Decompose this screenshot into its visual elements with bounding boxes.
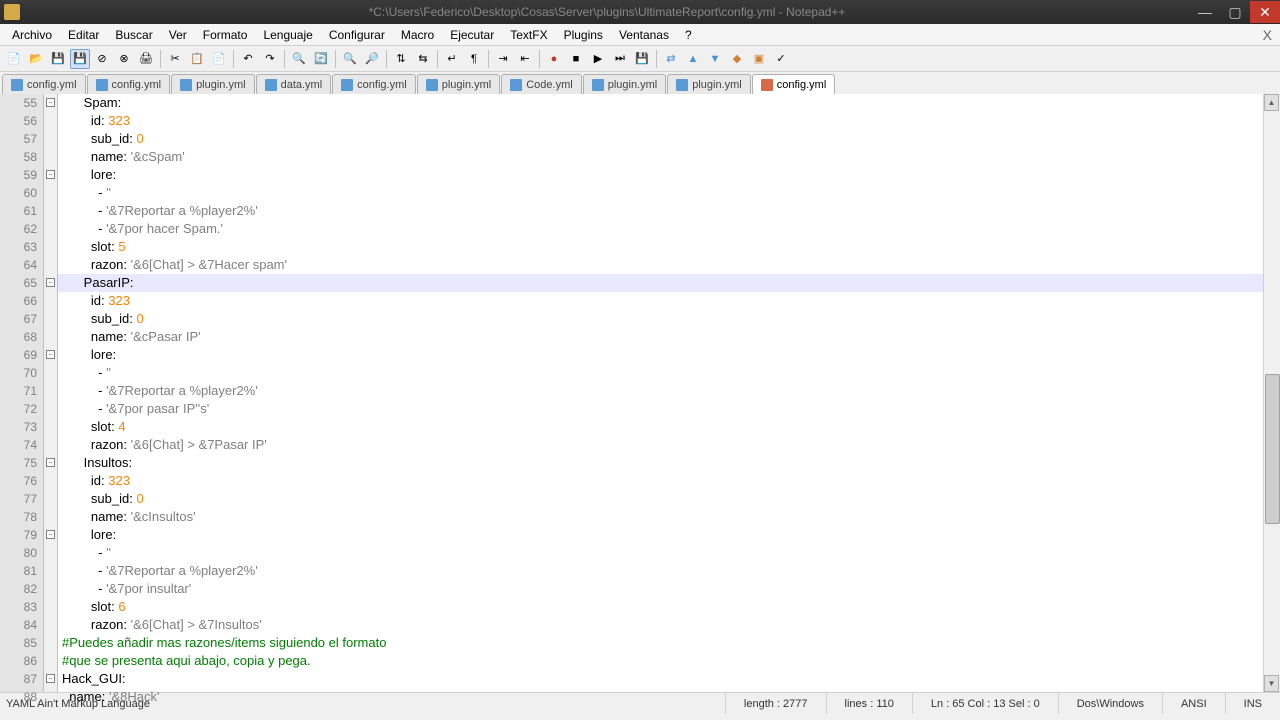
zoom-out-icon[interactable]: 🔎 xyxy=(362,49,382,69)
print-icon[interactable]: 🖨 xyxy=(136,49,156,69)
cut-icon[interactable]: ✂ xyxy=(165,49,185,69)
menu-format[interactable]: Formato xyxy=(195,25,256,45)
toolbar: 📄 📂 💾 💾 ⊘ ⊗ 🖨 ✂ 📋 📄 ↶ ↷ 🔍 🔄 🔍 🔎 ⇅ ⇆ ↵ ¶ … xyxy=(0,46,1280,72)
maximize-button[interactable]: ▢ xyxy=(1220,1,1250,23)
scroll-up-icon[interactable]: ▲ xyxy=(1264,94,1279,111)
file-icon xyxy=(341,79,353,91)
sync-v-icon[interactable]: ⇅ xyxy=(391,49,411,69)
tab-label: config.yml xyxy=(777,79,827,91)
titlebar: *C:\Users\Federico\Desktop\Cosas\Server\… xyxy=(0,0,1280,24)
record-icon[interactable]: ● xyxy=(544,49,564,69)
file-tab[interactable]: config.yml xyxy=(2,74,86,94)
undo-icon[interactable]: ↶ xyxy=(238,49,258,69)
menu-windows[interactable]: Ventanas xyxy=(611,25,677,45)
tab-label: config.yml xyxy=(27,79,77,91)
scroll-down-icon[interactable]: ▼ xyxy=(1264,675,1279,692)
file-tab[interactable]: plugin.yml xyxy=(667,74,751,94)
tab-label: config.yml xyxy=(112,79,162,91)
spell-icon[interactable]: ✓ xyxy=(771,49,791,69)
menu-config[interactable]: Configurar xyxy=(321,25,393,45)
tab-label: config.yml xyxy=(357,79,407,91)
file-icon xyxy=(180,79,192,91)
menubar: Archivo Editar Buscar Ver Formato Lengua… xyxy=(0,24,1280,46)
prev-diff-icon[interactable]: ▼ xyxy=(705,49,725,69)
minimize-button[interactable]: — xyxy=(1190,1,1220,23)
tab-label: plugin.yml xyxy=(608,79,658,91)
close-button[interactable]: ✕ xyxy=(1250,1,1280,23)
menu-help[interactable]: ? xyxy=(677,25,700,45)
scroll-thumb[interactable] xyxy=(1265,374,1280,524)
fold-column[interactable]: −−−−−−− xyxy=(44,94,58,692)
file-icon xyxy=(11,79,23,91)
menu-lang[interactable]: Lenguaje xyxy=(255,25,320,45)
zoom-in-icon[interactable]: 🔍 xyxy=(340,49,360,69)
play-multi-icon[interactable]: ⏭ xyxy=(610,49,630,69)
file-tab[interactable]: Code.yml xyxy=(501,74,581,94)
menu-view[interactable]: Ver xyxy=(161,25,195,45)
file-icon xyxy=(761,79,773,91)
file-icon xyxy=(510,79,522,91)
tabbar: config.yml config.yml plugin.yml data.yml co… xyxy=(0,72,1280,94)
stop-icon[interactable]: ■ xyxy=(566,49,586,69)
tab-label: data.yml xyxy=(281,79,323,91)
open-icon[interactable]: 📂 xyxy=(26,49,46,69)
menu-edit[interactable]: Editar xyxy=(60,25,107,45)
file-tab[interactable]: data.yml xyxy=(256,74,332,94)
file-icon xyxy=(426,79,438,91)
file-tab[interactable]: plugin.yml xyxy=(583,74,667,94)
file-icon xyxy=(96,79,108,91)
compare-icon[interactable]: ⇄ xyxy=(661,49,681,69)
app-icon xyxy=(4,4,20,20)
menu-textfx[interactable]: TextFX xyxy=(502,25,555,45)
tab-label: Code.yml xyxy=(526,79,572,91)
copy-icon[interactable]: 📋 xyxy=(187,49,207,69)
menu-file[interactable]: Archivo xyxy=(4,25,60,45)
outdent-icon[interactable]: ⇤ xyxy=(515,49,535,69)
new-icon[interactable]: 📄 xyxy=(4,49,24,69)
save-icon[interactable]: 💾 xyxy=(48,49,68,69)
wrap-icon[interactable]: ↵ xyxy=(442,49,462,69)
play-icon[interactable]: ▶ xyxy=(588,49,608,69)
file-icon xyxy=(592,79,604,91)
paste-icon[interactable]: 📄 xyxy=(209,49,229,69)
menu-macro[interactable]: Macro xyxy=(393,25,442,45)
file-icon xyxy=(265,79,277,91)
file-icon xyxy=(676,79,688,91)
editor[interactable]: 5556575859606162636465666768697071727374… xyxy=(0,94,1280,692)
next-diff-icon[interactable]: ◆ xyxy=(727,49,747,69)
show-chars-icon[interactable]: ¶ xyxy=(464,49,484,69)
menu-plugins[interactable]: Plugins xyxy=(556,25,611,45)
menu-search[interactable]: Buscar xyxy=(107,25,160,45)
close-all-icon[interactable]: ⊗ xyxy=(114,49,134,69)
sync-h-icon[interactable]: ⇆ xyxy=(413,49,433,69)
tab-label: plugin.yml xyxy=(692,79,742,91)
vertical-scrollbar[interactable]: ▲ ▼ xyxy=(1263,94,1280,692)
save-all-icon[interactable]: 💾 xyxy=(70,49,90,69)
first-diff-icon[interactable]: ▲ xyxy=(683,49,703,69)
save-macro-icon[interactable]: 💾 xyxy=(632,49,652,69)
redo-icon[interactable]: ↷ xyxy=(260,49,280,69)
file-tab[interactable]: plugin.yml xyxy=(171,74,255,94)
indent-icon[interactable]: ⇥ xyxy=(493,49,513,69)
tab-label: plugin.yml xyxy=(196,79,246,91)
window-title: *C:\Users\Federico\Desktop\Cosas\Server\… xyxy=(24,5,1190,19)
replace-icon[interactable]: 🔄 xyxy=(311,49,331,69)
close-file-icon[interactable]: ⊘ xyxy=(92,49,112,69)
find-icon[interactable]: 🔍 xyxy=(289,49,309,69)
file-tab[interactable]: config.yml xyxy=(332,74,416,94)
last-diff-icon[interactable]: ▣ xyxy=(749,49,769,69)
file-tab[interactable]: config.yml xyxy=(87,74,171,94)
menu-run[interactable]: Ejecutar xyxy=(442,25,502,45)
line-numbers: 5556575859606162636465666768697071727374… xyxy=(0,94,44,692)
tab-label: plugin.yml xyxy=(442,79,492,91)
menu-close-doc[interactable]: X xyxy=(1255,24,1280,46)
file-tab[interactable]: plugin.yml xyxy=(417,74,501,94)
file-tab[interactable]: config.yml xyxy=(752,74,836,94)
code-area[interactable]: Spam: id: 323 sub_id: 0 name: '&cSpam' l… xyxy=(58,94,1280,692)
